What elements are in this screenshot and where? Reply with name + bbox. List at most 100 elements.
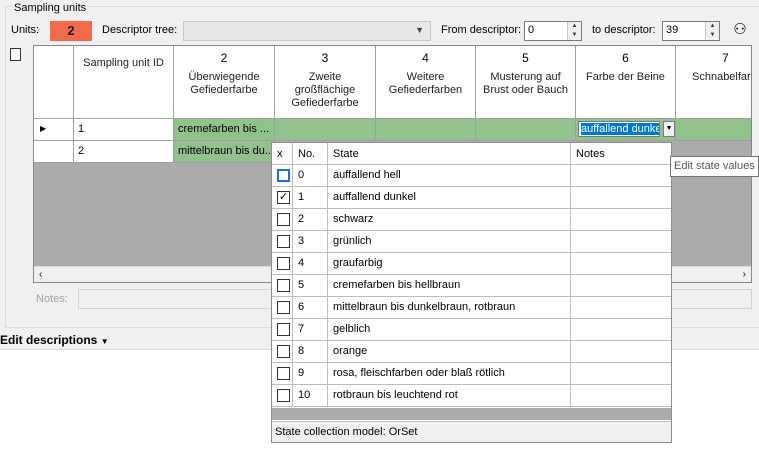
state-checkbox[interactable] [277, 389, 290, 402]
state-checkbox-cell [272, 165, 293, 187]
state-selector-popup: x No. State Notes 0 auffallend hell ✓ 1 auff… [271, 142, 672, 443]
to-descriptor-label: to descriptor: [592, 24, 656, 36]
to-descriptor-spinner[interactable]: ▲ ▼ [705, 22, 719, 40]
state-notes[interactable] [571, 187, 671, 209]
state-checkbox[interactable] [277, 279, 290, 292]
find-binoculars-button[interactable]: ⚇ [729, 19, 751, 41]
cell-row1-col2[interactable]: cremefarben bis ... [174, 119, 275, 141]
state-row[interactable]: 6 mittelbraun bis dunkelbraun, rotbraun [272, 297, 671, 319]
state-dropdown-button[interactable]: ▼ [663, 121, 675, 137]
cell-row1-col4[interactable] [376, 119, 476, 141]
cell-row1-id[interactable]: 1 [74, 119, 174, 141]
edit-state-values-tooltip: Edit state values [670, 156, 759, 177]
descriptor-tree-label: Descriptor tree: [102, 24, 178, 36]
state-number: 2 [293, 209, 328, 231]
state-checkbox[interactable] [277, 257, 290, 270]
state-notes[interactable] [571, 253, 671, 275]
state-checkbox[interactable] [277, 323, 290, 336]
state-number: 9 [293, 363, 328, 385]
cell-row1-col6[interactable]: auffallend dunkel ▼ [576, 119, 676, 141]
state-row[interactable]: 7 gelblich [272, 319, 671, 341]
state-row[interactable]: 9 rosa, fleischfarben oder blaß rötlich [272, 363, 671, 385]
column-header-5[interactable]: 5 Musterung auf Brust oder Bauch [476, 46, 576, 119]
to-descriptor-input[interactable]: 39 ▲ ▼ [662, 21, 720, 41]
column-header-3[interactable]: 3 Zweite großflächige Gefiederfarbe [275, 46, 376, 119]
state-checkbox-cell [272, 297, 293, 319]
state-checkbox-cell [272, 275, 293, 297]
cell-row2-col2[interactable]: mittelbraun bis du... [174, 141, 275, 163]
notes-label: Notes: [36, 293, 68, 305]
cell-row1-col3[interactable] [275, 119, 376, 141]
column-header-2[interactable]: 2 Überwiegende Gefiederfarbe [174, 46, 275, 119]
state-editor-value: auffallend dunkel [581, 123, 659, 135]
popup-header-notes: Notes [571, 143, 671, 165]
state-notes[interactable] [571, 297, 671, 319]
column-header-7[interactable]: 7 Schnabelfarbe [676, 46, 751, 119]
state-checkbox-cell [272, 341, 293, 363]
chevron-down-icon: ▼ [415, 25, 424, 35]
units-count-badge: 2 [50, 21, 92, 41]
state-notes[interactable] [571, 209, 671, 231]
state-checkbox[interactable] [277, 213, 290, 226]
column-header-sampling-unit-id[interactable]: Sampling unit ID [74, 46, 174, 119]
state-name: orange [328, 341, 571, 363]
state-checkbox[interactable] [277, 301, 290, 314]
state-name: auffallend hell [328, 165, 571, 187]
popup-header-state: State [328, 143, 571, 165]
state-name: gelblich [328, 319, 571, 341]
units-label: Units: [11, 24, 40, 36]
state-checkbox-cell [272, 363, 293, 385]
state-row[interactable]: 8 orange [272, 341, 671, 363]
state-name: mittelbraun bis dunkelbraun, rotbraun [328, 297, 571, 319]
state-checkbox[interactable] [277, 169, 290, 182]
state-row[interactable]: 3 grünlich [272, 231, 671, 253]
row-header-2[interactable] [34, 141, 74, 163]
state-notes[interactable] [571, 341, 671, 363]
state-checkbox-cell [272, 253, 293, 275]
cell-row1-col7[interactable] [676, 119, 751, 141]
current-row-arrow-icon: ▶ [40, 124, 47, 133]
column-header-4[interactable]: 4 Weitere Gefiederfarben [376, 46, 476, 119]
binoculars-icon: ⚇ [733, 21, 747, 38]
scroll-left-icon[interactable]: ‹ [39, 269, 42, 280]
to-descriptor-value: 39 [666, 24, 679, 36]
state-checkbox-cell [272, 319, 293, 341]
state-checkbox[interactable] [277, 367, 290, 380]
state-collection-model: State collection model: OrSet [272, 421, 671, 442]
from-descriptor-spinner[interactable]: ▲ ▼ [567, 22, 581, 40]
state-row[interactable]: 10 rotbraun bis leuchtend rot [272, 385, 671, 407]
state-checkbox[interactable] [277, 345, 290, 358]
state-notes[interactable] [571, 363, 671, 385]
state-name: grünlich [328, 231, 571, 253]
state-editor[interactable]: auffallend dunkel [578, 121, 660, 137]
state-checkbox[interactable]: ✓ [277, 191, 290, 204]
state-checkbox[interactable] [277, 235, 290, 248]
state-row[interactable]: 5 cremefarben bis hellbraun [272, 275, 671, 297]
state-row[interactable]: 4 graufarbig [272, 253, 671, 275]
from-descriptor-input[interactable]: 0 ▲ ▼ [524, 21, 582, 41]
state-row[interactable]: 2 schwarz [272, 209, 671, 231]
state-notes[interactable] [571, 319, 671, 341]
state-checkbox-cell [272, 385, 293, 407]
state-number: 7 [293, 319, 328, 341]
group-title: Sampling units [12, 2, 89, 14]
edit-descriptions-label: Edit descriptions [0, 333, 98, 347]
state-number: 8 [293, 341, 328, 363]
cell-row1-col5[interactable] [476, 119, 576, 141]
cell-row2-id[interactable]: 2 [74, 141, 174, 163]
state-notes[interactable] [571, 231, 671, 253]
state-notes[interactable] [571, 275, 671, 297]
state-checkbox-cell [272, 231, 293, 253]
state-row[interactable]: ✓ 1 auffallend dunkel [272, 187, 671, 209]
edit-descriptions-menu[interactable]: Edit descriptions ▼ [0, 333, 109, 347]
row-header-1[interactable]: ▶ [34, 119, 74, 141]
column-header-6[interactable]: 6 Farbe der Beine [576, 46, 676, 119]
state-number: 0 [293, 165, 328, 187]
state-row[interactable]: 0 auffallend hell [272, 165, 671, 187]
state-checkbox-cell [272, 209, 293, 231]
scroll-right-icon[interactable]: › [743, 269, 746, 280]
state-notes[interactable] [571, 385, 671, 407]
state-notes[interactable] [571, 165, 671, 187]
descriptor-tree-combo[interactable]: ▼ [183, 21, 431, 41]
new-document-icon[interactable] [10, 48, 21, 61]
